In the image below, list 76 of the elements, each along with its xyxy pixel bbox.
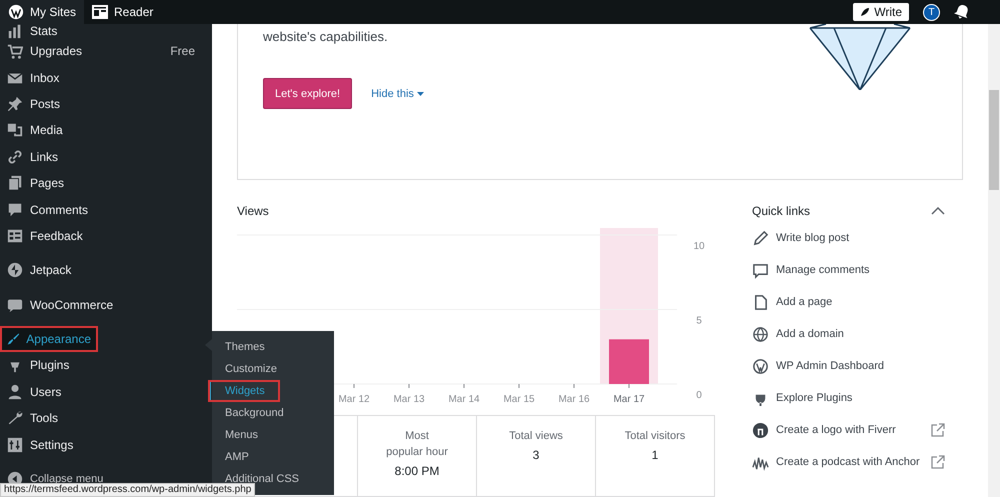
sidebar-item[interactable]: Comments	[0, 196, 212, 223]
link-preview-tooltip: https://termsfeed.wordpress.com/wp-admin/widgets.php	[0, 483, 256, 497]
avatar[interactable]: T	[923, 4, 940, 20]
section-title: Views	[237, 204, 270, 218]
feather-icon	[860, 7, 870, 17]
quick-link[interactable]: Manage comments	[752, 254, 945, 286]
sidebar-item[interactable]: Settings	[0, 431, 212, 458]
y-axis-label: 10	[693, 241, 705, 252]
person-icon	[7, 384, 23, 400]
sidebar-item[interactable]: Inbox	[0, 64, 212, 91]
submenu-item[interactable]: Themes	[212, 336, 334, 358]
quick-link[interactable]: Create a podcast with Anchor	[752, 446, 945, 478]
stat-value: 8:00 PM	[394, 464, 440, 478]
wordpress-logo-icon	[752, 358, 769, 374]
quick-link[interactable]: Add a domain	[752, 318, 945, 350]
bolt-circle-icon	[7, 262, 23, 278]
card-text: website's capabilities.	[263, 29, 389, 44]
top-bar-tab[interactable]: Reader	[84, 0, 162, 24]
y-axis-label: 5	[696, 316, 702, 326]
sidebar-item[interactable]: Stats	[0, 24, 212, 38]
quick-link[interactable]: Explore Plugins	[752, 382, 945, 414]
sidebar-item[interactable]: Posts	[0, 90, 212, 118]
wordpress-logo-icon	[8, 4, 24, 20]
explore-button[interactable]: Let's explore!	[263, 78, 352, 109]
pin-icon	[7, 96, 23, 112]
cart-icon	[7, 43, 23, 60]
submenu-item[interactable]: Menus	[212, 424, 334, 446]
caret-icon	[416, 92, 424, 96]
pages-icon	[7, 175, 23, 192]
sidebar-item[interactable]: WooCommerce	[0, 292, 212, 318]
plan-label: Free	[170, 44, 195, 58]
bell-icon[interactable]	[954, 4, 970, 20]
stat-label: Total views	[508, 429, 564, 444]
quick-link[interactable]: Add a page	[752, 286, 945, 318]
hide-link[interactable]: Hide this	[371, 88, 424, 100]
newspaper-icon	[92, 5, 108, 19]
sidebar-item[interactable]: Tools	[0, 405, 212, 432]
stat-label: Most popular hour	[385, 429, 449, 460]
write-button[interactable]: Write	[853, 3, 909, 21]
quick-link[interactable]: WP Admin Dashboard	[752, 350, 945, 382]
circle-logo-icon	[752, 422, 769, 438]
bar-chart-icon	[7, 23, 23, 39]
stat-value: 1	[650, 448, 660, 462]
speech-bubble-icon	[752, 262, 769, 278]
quick-link[interactable]: Create a logo with Fiverr	[752, 414, 945, 446]
sidebar-item[interactable]: Plugins	[0, 352, 212, 379]
submenu-item[interactable]: Customize	[212, 358, 334, 380]
scrollbar[interactable]	[988, 24, 1000, 497]
wrench-icon	[7, 410, 23, 426]
stat-value: 3	[532, 448, 540, 462]
stat-label: Total visitors	[624, 429, 686, 444]
sidebar-item[interactable]: Jetpack	[0, 257, 212, 284]
page-icon	[752, 294, 769, 310]
brush-icon	[7, 331, 20, 348]
sidebar-item[interactable]: Media	[0, 117, 212, 144]
sidebar-item[interactable]: Appearance	[0, 326, 98, 352]
sidebar-item[interactable]: Upgrades Free	[0, 38, 212, 64]
globe-icon	[752, 326, 769, 342]
sidebar-item[interactable]: Links	[0, 144, 212, 170]
section-title: Quick links	[752, 204, 810, 218]
submenu-item[interactable]: AMP	[212, 446, 334, 468]
sidebar-item[interactable]: Feedback	[0, 222, 212, 250]
settings-icon	[7, 436, 23, 453]
chevron-icon[interactable]	[931, 207, 945, 215]
submenu-item[interactable]: Background	[212, 402, 334, 424]
speech-bubble-icon	[7, 202, 23, 218]
link-icon	[7, 148, 23, 165]
submenu-item[interactable]: Widgets	[208, 380, 280, 402]
x-axis-label[interactable]: Mar 17	[613, 394, 645, 405]
form-icon	[7, 228, 23, 244]
media-icon	[7, 122, 23, 138]
sidebar-item[interactable]: Pages	[0, 170, 212, 196]
pencil-icon	[752, 230, 769, 246]
y-axis-label: 0	[696, 390, 702, 401]
top-bar-tab[interactable]: My Sites	[0, 0, 84, 24]
quick-link[interactable]: Write blog post	[752, 222, 945, 254]
